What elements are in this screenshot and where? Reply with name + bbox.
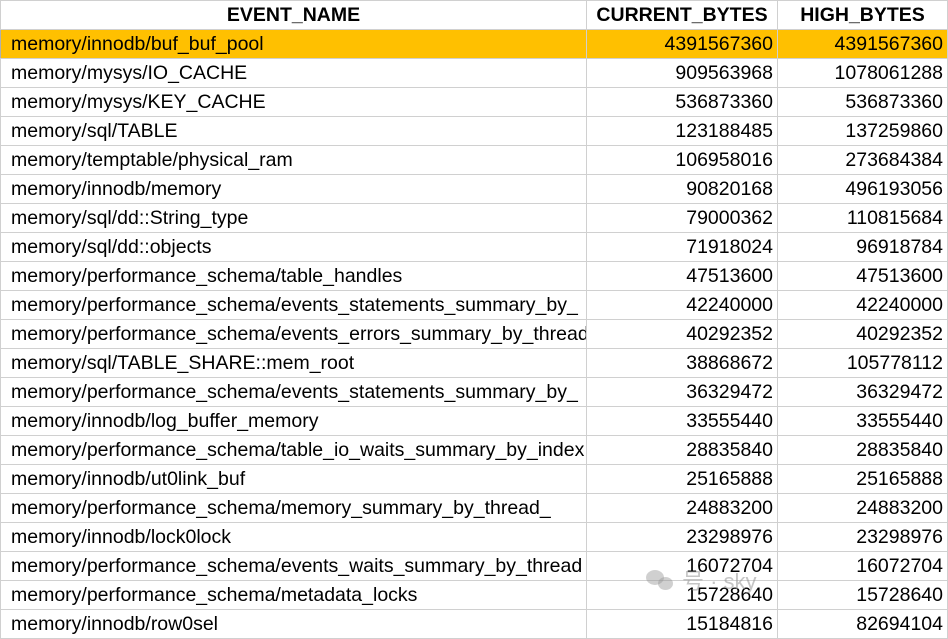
cell-current-bytes[interactable]: 909563968 (586, 58, 778, 88)
cell-high-bytes[interactable]: 28835840 (777, 435, 948, 465)
table-body: memory/innodb/buf_buf_pool 4391567360 4391… (0, 29, 948, 639)
cell-current-bytes[interactable]: 123188485 (586, 116, 778, 146)
cell-current-bytes[interactable]: 23298976 (586, 522, 778, 552)
cell-high-bytes[interactable]: 82694104 (777, 609, 948, 639)
cell-high-bytes[interactable]: 23298976 (777, 522, 948, 552)
cell-high-bytes[interactable]: 24883200 (777, 493, 948, 523)
cell-event-name[interactable]: memory/sql/dd::String_type (0, 203, 587, 233)
table-row[interactable]: memory/temptable/physical_ram 106958016 27… (0, 145, 948, 175)
cell-event-name[interactable]: memory/mysys/IO_CACHE (0, 58, 587, 88)
cell-current-bytes[interactable]: 536873360 (586, 87, 778, 117)
cell-event-name[interactable]: memory/performance_schema/metadata_locks (0, 580, 587, 610)
cell-high-bytes[interactable]: 536873360 (777, 87, 948, 117)
cell-current-bytes[interactable]: 15728640 (586, 580, 778, 610)
cell-event-name[interactable]: memory/innodb/log_buffer_memory (0, 406, 587, 436)
table-row[interactable]: memory/performance_schema/table_handles 4… (0, 261, 948, 291)
cell-event-name[interactable]: memory/mysys/KEY_CACHE (0, 87, 587, 117)
cell-current-bytes[interactable]: 38868672 (586, 348, 778, 378)
spreadsheet: EVENT_NAME CURRENT_BYTES HIGH_BYTES memo… (0, 0, 948, 639)
cell-current-bytes[interactable]: 16072704 (586, 551, 778, 581)
table-row[interactable]: memory/innodb/row0sel 15184816 82694104 (0, 609, 948, 639)
table-row[interactable]: memory/sql/TABLE 123188485 137259860 (0, 116, 948, 146)
table-row[interactable]: memory/sql/TABLE_SHARE::mem_root 38868672… (0, 348, 948, 378)
cell-current-bytes[interactable]: 71918024 (586, 232, 778, 262)
table-row[interactable]: memory/performance_schema/events_waits_s… (0, 551, 948, 581)
cell-high-bytes[interactable]: 33555440 (777, 406, 948, 436)
table-row[interactable]: memory/innodb/lock0lock 23298976 23298976 (0, 522, 948, 552)
cell-event-name[interactable]: memory/performance_schema/events_errors_… (0, 319, 587, 349)
cell-event-name[interactable]: memory/performance_schema/events_stateme… (0, 290, 587, 320)
cell-event-name[interactable]: memory/innodb/buf_buf_pool (0, 29, 587, 59)
cell-current-bytes[interactable]: 42240000 (586, 290, 778, 320)
cell-high-bytes[interactable]: 15728640 (777, 580, 948, 610)
cell-current-bytes[interactable]: 15184816 (586, 609, 778, 639)
table-row[interactable]: memory/performance_schema/memory_summary… (0, 493, 948, 523)
header-row: EVENT_NAME CURRENT_BYTES HIGH_BYTES (0, 0, 948, 30)
cell-high-bytes[interactable]: 42240000 (777, 290, 948, 320)
cell-event-name[interactable]: memory/innodb/ut0link_buf (0, 464, 587, 494)
cell-event-name[interactable]: memory/performance_schema/table_io_waits… (0, 435, 587, 465)
table-row[interactable]: memory/innodb/memory 90820168 496193056 (0, 174, 948, 204)
column-header-event-name[interactable]: EVENT_NAME (0, 0, 587, 30)
cell-event-name[interactable]: memory/innodb/memory (0, 174, 587, 204)
table-row[interactable]: memory/mysys/IO_CACHE 909563968 1078061288 (0, 58, 948, 88)
cell-high-bytes[interactable]: 40292352 (777, 319, 948, 349)
cell-high-bytes[interactable]: 36329472 (777, 377, 948, 407)
table-row[interactable]: memory/sql/dd::String_type 79000362 110815… (0, 203, 948, 233)
cell-event-name[interactable]: memory/innodb/row0sel (0, 609, 587, 639)
table-row[interactable]: memory/performance_schema/events_stateme… (0, 377, 948, 407)
cell-high-bytes[interactable]: 137259860 (777, 116, 948, 146)
cell-current-bytes[interactable]: 36329472 (586, 377, 778, 407)
cell-event-name[interactable]: memory/sql/TABLE_SHARE::mem_root (0, 348, 587, 378)
cell-event-name[interactable]: memory/performance_schema/events_waits_s… (0, 551, 587, 581)
cell-event-name[interactable]: memory/innodb/lock0lock (0, 522, 587, 552)
cell-current-bytes[interactable]: 79000362 (586, 203, 778, 233)
cell-current-bytes[interactable]: 47513600 (586, 261, 778, 291)
cell-current-bytes[interactable]: 25165888 (586, 464, 778, 494)
cell-current-bytes[interactable]: 24883200 (586, 493, 778, 523)
table-row[interactable]: memory/sql/dd::objects 71918024 96918784 (0, 232, 948, 262)
column-header-current-bytes[interactable]: CURRENT_BYTES (586, 0, 778, 30)
cell-event-name[interactable]: memory/performance_schema/events_stateme… (0, 377, 587, 407)
cell-current-bytes[interactable]: 106958016 (586, 145, 778, 175)
memory-events-table: EVENT_NAME CURRENT_BYTES HIGH_BYTES memo… (0, 0, 948, 639)
table-row[interactable]: memory/innodb/log_buffer_memory 33555440 3… (0, 406, 948, 436)
cell-current-bytes[interactable]: 33555440 (586, 406, 778, 436)
table-row[interactable]: memory/performance_schema/metadata_locks… (0, 580, 948, 610)
cell-event-name[interactable]: memory/sql/TABLE (0, 116, 587, 146)
table-row[interactable]: memory/performance_schema/table_io_waits… (0, 435, 948, 465)
table-row[interactable]: memory/innodb/buf_buf_pool 4391567360 4391… (0, 29, 948, 59)
cell-high-bytes[interactable]: 16072704 (777, 551, 948, 581)
table-row[interactable]: memory/performance_schema/events_stateme… (0, 290, 948, 320)
cell-high-bytes[interactable]: 110815684 (777, 203, 948, 233)
cell-event-name[interactable]: memory/sql/dd::objects (0, 232, 587, 262)
cell-event-name[interactable]: memory/temptable/physical_ram (0, 145, 587, 175)
cell-high-bytes[interactable]: 96918784 (777, 232, 948, 262)
cell-high-bytes[interactable]: 4391567360 (777, 29, 948, 59)
cell-high-bytes[interactable]: 1078061288 (777, 58, 948, 88)
table-row[interactable]: memory/mysys/KEY_CACHE 536873360 536873360 (0, 87, 948, 117)
cell-current-bytes[interactable]: 90820168 (586, 174, 778, 204)
table-row[interactable]: memory/innodb/ut0link_buf 25165888 2516588… (0, 464, 948, 494)
cell-high-bytes[interactable]: 273684384 (777, 145, 948, 175)
cell-event-name[interactable]: memory/performance_schema/table_handles (0, 261, 587, 291)
cell-high-bytes[interactable]: 105778112 (777, 348, 948, 378)
cell-current-bytes[interactable]: 4391567360 (586, 29, 778, 59)
cell-current-bytes[interactable]: 28835840 (586, 435, 778, 465)
cell-high-bytes[interactable]: 25165888 (777, 464, 948, 494)
cell-high-bytes[interactable]: 496193056 (777, 174, 948, 204)
column-header-high-bytes[interactable]: HIGH_BYTES (777, 0, 948, 30)
table-row[interactable]: memory/performance_schema/events_errors_… (0, 319, 948, 349)
cell-event-name[interactable]: memory/performance_schema/memory_summary… (0, 493, 587, 523)
cell-current-bytes[interactable]: 40292352 (586, 319, 778, 349)
cell-high-bytes[interactable]: 47513600 (777, 261, 948, 291)
